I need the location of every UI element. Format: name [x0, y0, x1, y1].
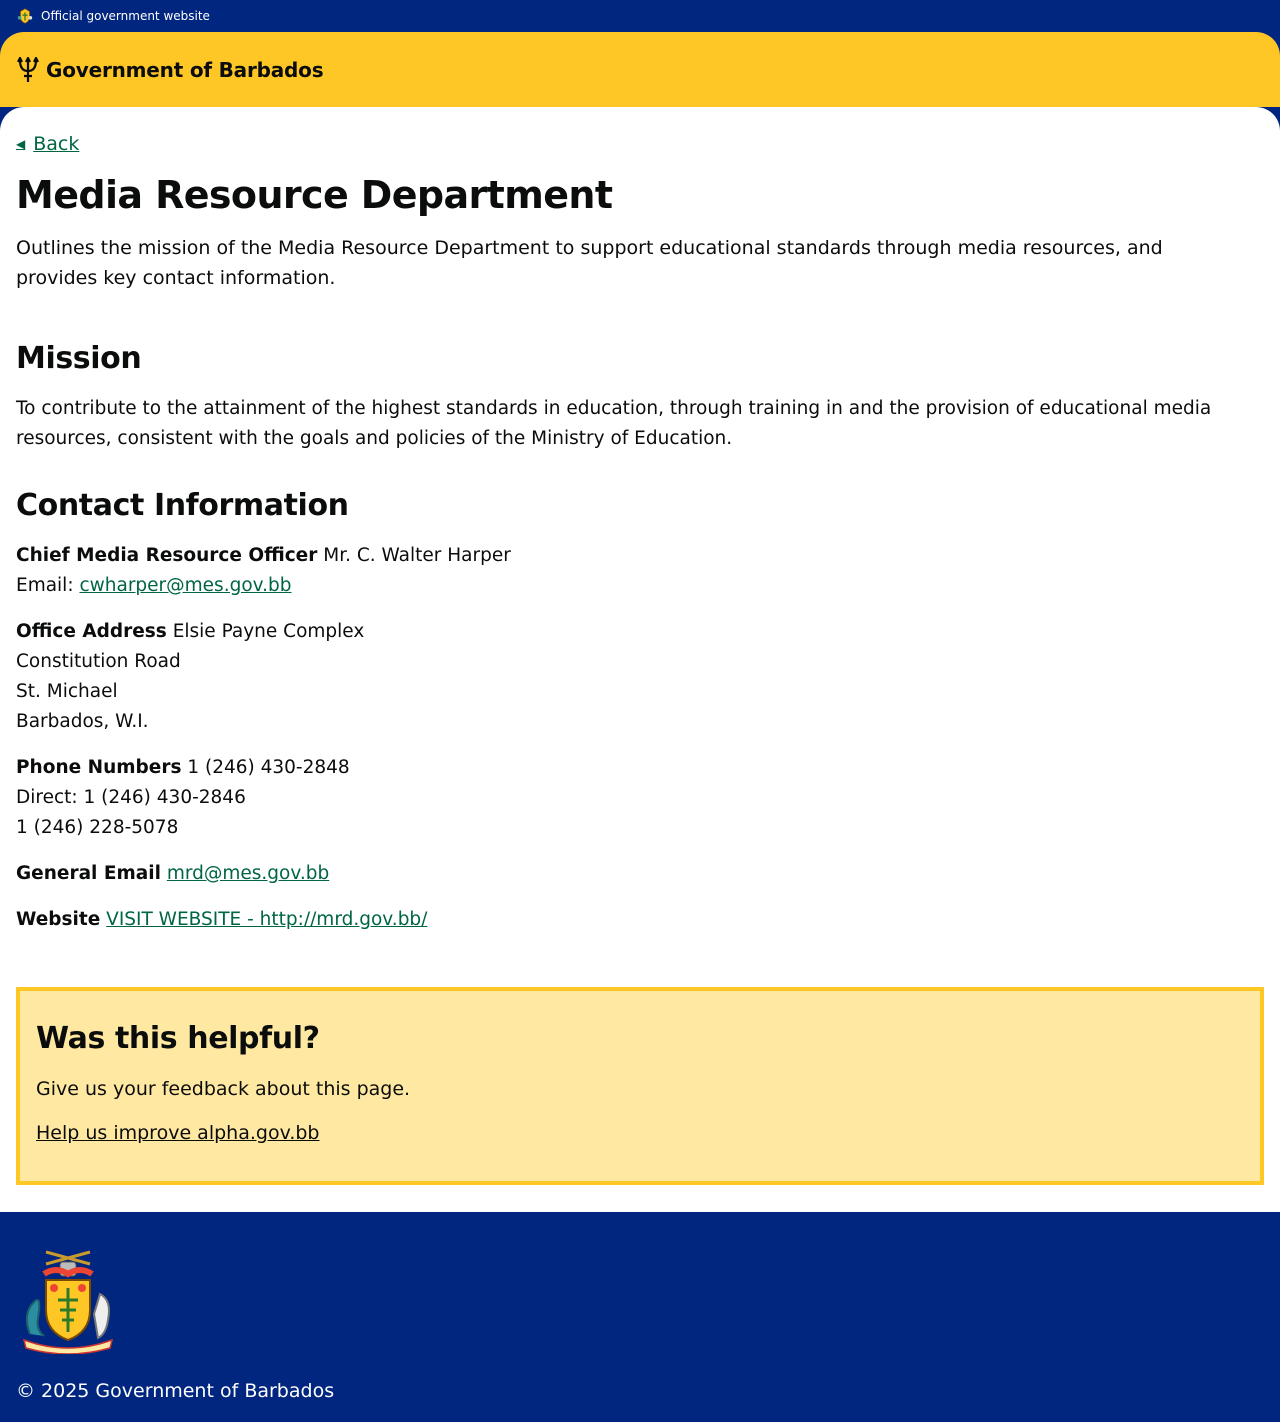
coat-of-arms-icon: [22, 1250, 114, 1355]
site-brand[interactable]: Government of Barbados: [46, 58, 324, 82]
main-content: ◀ Back Media Resource Department Outline…: [0, 107, 1280, 1212]
officer-label: Chief Media Resource Officer: [16, 545, 318, 566]
site-header: Government of Barbados: [0, 32, 1280, 107]
mission-heading: Mission: [16, 341, 142, 376]
footer-copyright: © 2025 Government of Barbados: [16, 1380, 335, 1402]
feedback-panel: Was this helpful? Give us your feedback …: [16, 987, 1264, 1185]
mission-text: To contribute to the attainment of the h…: [16, 398, 1212, 449]
trident-icon: [17, 56, 39, 82]
site-footer: © 2025 Government of Barbados: [0, 1212, 1280, 1422]
general-email-link[interactable]: mrd@mes.gov.bb: [167, 863, 329, 884]
back-link[interactable]: ◀ Back: [16, 133, 1264, 155]
feedback-heading: Was this helpful?: [36, 1021, 320, 1056]
officer-email-link[interactable]: cwharper@mes.gov.bb: [79, 575, 291, 596]
back-link-label: Back: [33, 133, 80, 155]
address-line: Barbados, W.I.: [16, 711, 149, 732]
feedback-link[interactable]: Help us improve alpha.gov.bb: [36, 1122, 320, 1144]
website-link[interactable]: VISIT WEBSITE - http://mrd.gov.bb/: [106, 909, 427, 930]
official-banner-label: Official government website: [41, 9, 210, 23]
coat-of-arms-icon: [17, 8, 33, 24]
address-line: Constitution Road: [16, 651, 181, 672]
contact-details: Chief Media Resource Officer Mr. C. Walt…: [16, 541, 1264, 935]
contact-heading: Contact Information: [16, 488, 349, 523]
page-title: Media Resource Department: [16, 173, 613, 217]
arrow-left-icon: ◀: [16, 137, 26, 151]
official-banner: Official government website: [0, 0, 1280, 32]
address-line: Elsie Payne Complex: [172, 621, 365, 642]
officer-email-prefix: Email:: [16, 575, 74, 596]
general-email-label: General Email: [16, 863, 161, 884]
address-block: Office Address Elsie Payne Complex Const…: [16, 617, 1264, 737]
phone-line: Direct: 1 (246) 430-2846: [16, 787, 246, 808]
feedback-text: Give us your feedback about this page.: [36, 1078, 411, 1100]
phone-line: 1 (246) 228-5078: [16, 817, 179, 838]
general-email-block: General Email mrd@mes.gov.bb: [16, 859, 1264, 889]
phone-block: Phone Numbers 1 (246) 430-2848 Direct: 1…: [16, 753, 1264, 843]
officer-name: Mr. C. Walter Harper: [323, 545, 511, 566]
website-block: Website VISIT WEBSITE - http://mrd.gov.b…: [16, 905, 1264, 935]
phone-line: 1 (246) 430-2848: [187, 757, 350, 778]
address-line: St. Michael: [16, 681, 118, 702]
page-lead: Outlines the mission of the Media Resour…: [16, 237, 1163, 289]
officer-block: Chief Media Resource Officer Mr. C. Walt…: [16, 541, 1264, 601]
phone-label: Phone Numbers: [16, 757, 182, 778]
website-label: Website: [16, 909, 101, 930]
address-label: Office Address: [16, 621, 167, 642]
